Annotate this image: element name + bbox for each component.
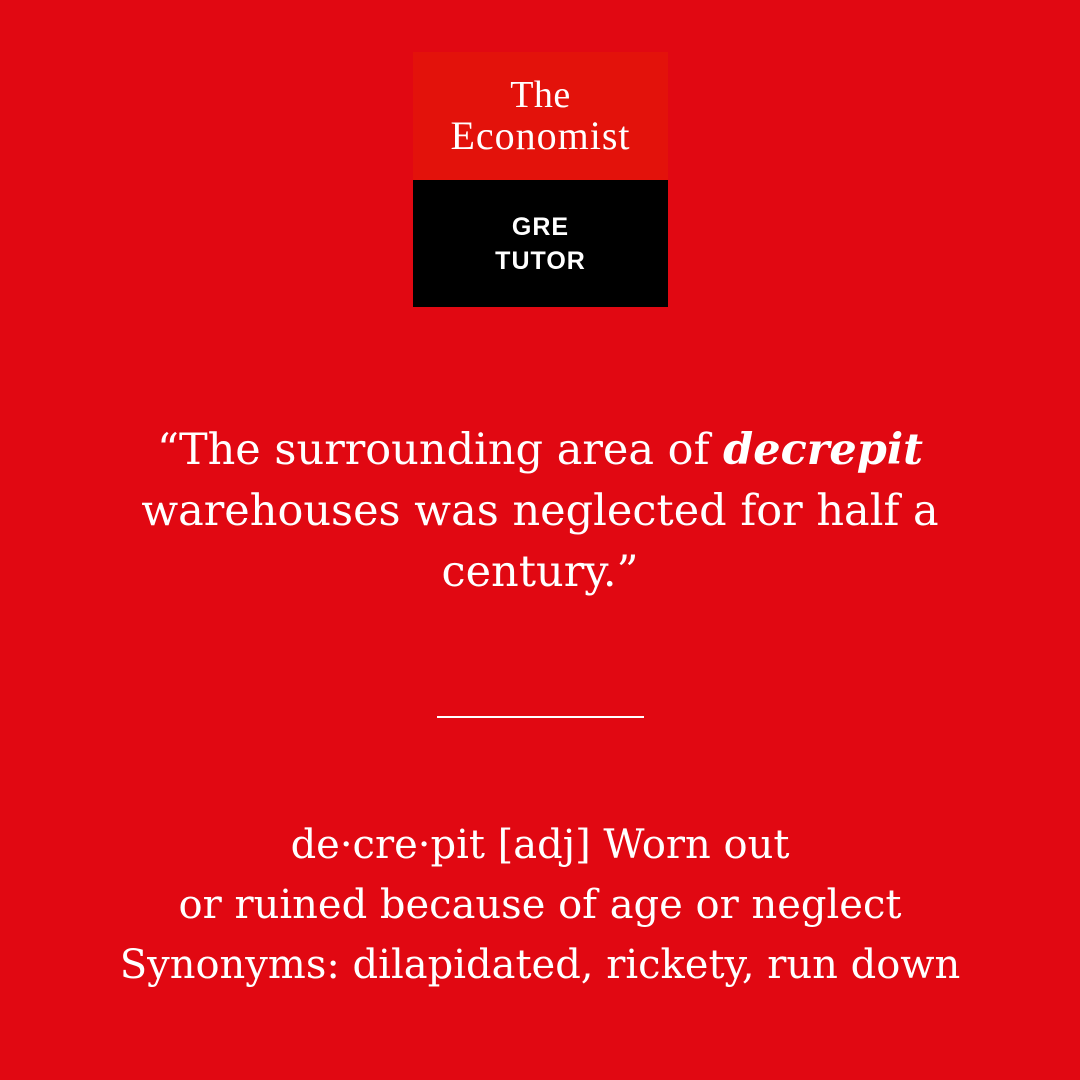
divider — [437, 716, 644, 718]
quote-open-mark: “ — [156, 425, 179, 475]
definition-line-2: or ruined because of age or neglect — [178, 882, 902, 928]
definition-line-1: de·cre·pit [adj] Worn out — [290, 822, 790, 868]
logo-text-tutor: TUTOR — [495, 246, 586, 275]
logo-subtitle-block: GRE TUTOR — [413, 180, 668, 307]
quote-close-mark: ” — [616, 547, 639, 597]
word-definition: de·cre·pit [adj] Worn out or ruined beca… — [60, 815, 1020, 995]
quote-highlighted-word: decrepit — [723, 425, 924, 475]
economist-gre-tutor-logo: The Economist GRE TUTOR — [413, 52, 668, 307]
example-quote: “The surrounding area of decrepit wareho… — [100, 420, 980, 603]
quote-text-after: warehouses was neglected for half a cent… — [141, 486, 939, 597]
logo-text-economist: Economist — [450, 113, 631, 158]
logo-masthead: The Economist — [413, 52, 668, 180]
logo-text-the: The — [510, 74, 571, 116]
definition-synonyms: Synonyms: dilapidated, rickety, run down — [119, 942, 961, 988]
logo-text-gre: GRE — [511, 212, 570, 241]
quote-text-before: The surrounding area of — [178, 425, 724, 475]
